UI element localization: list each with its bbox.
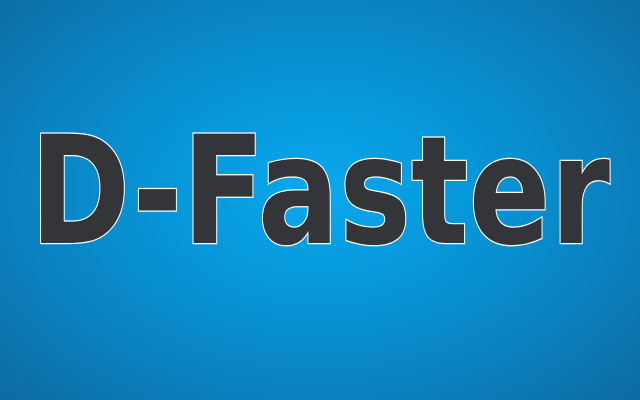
banner-canvas: D-Faster: [0, 0, 640, 400]
wordmark-svg: D-Faster: [29, 104, 612, 281]
banner-title: D-Faster: [30, 105, 610, 279]
wordmark: D-Faster: [0, 0, 640, 400]
